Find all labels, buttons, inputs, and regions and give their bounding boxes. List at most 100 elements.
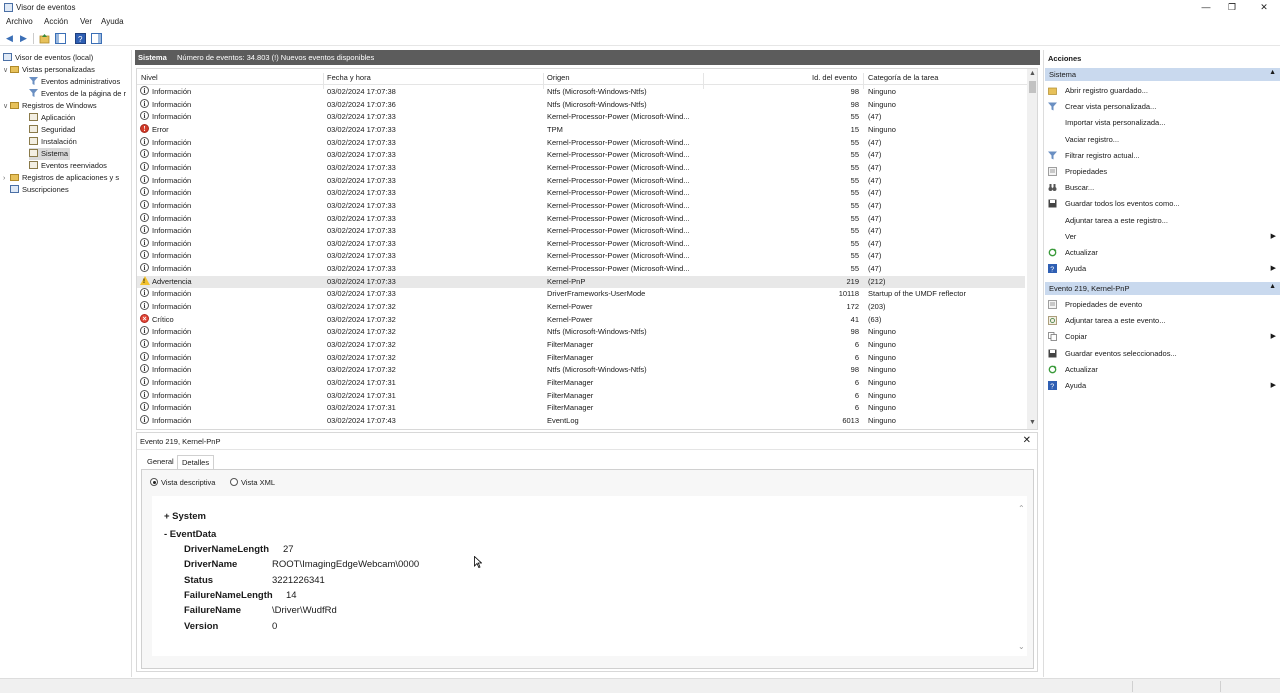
tree-app-services[interactable]: › Registros de aplicaciones y s xyxy=(3,172,131,184)
close-button[interactable]: ✕ xyxy=(1254,1,1274,13)
scroll-thumb[interactable] xyxy=(1029,81,1036,93)
event-row[interactable]: i Información 03/02/2024 17:07:36 Ntfs (Mic… xyxy=(137,98,1025,112)
event-row[interactable]: i Información 03/02/2024 17:07:33 Kernel-Pr… xyxy=(137,174,1025,188)
event-row[interactable]: i Información 03/02/2024 17:07:33 Kernel-Pr… xyxy=(137,263,1025,276)
tree-forwarded[interactable]: Eventos reenviados xyxy=(29,160,107,172)
scroll-down-icon[interactable]: ▼ xyxy=(1029,419,1036,426)
action-item[interactable]: Propiedades xyxy=(1048,165,1278,178)
expand-chevron-icon[interactable]: › xyxy=(3,173,10,184)
actions-section-event[interactable]: Evento 219, Kernel-PnP ▲ xyxy=(1045,282,1280,295)
forward-arrow-icon[interactable]: ▶ xyxy=(18,33,29,44)
event-row[interactable]: i Información 03/02/2024 17:07:33 Kernel-Pr… xyxy=(137,250,1025,263)
event-row[interactable]: i Información 03/02/2024 17:07:31 FilterMan… xyxy=(137,389,1025,403)
event-list-vertical-scrollbar[interactable]: ▲ ▼ xyxy=(1027,69,1037,429)
event-row[interactable]: i Información 03/02/2024 17:07:33 DriverFra… xyxy=(137,288,1025,301)
show-hide-action-pane-icon[interactable] xyxy=(91,33,102,44)
event-row[interactable]: i Información 03/02/2024 17:07:31 FilterMan… xyxy=(137,376,1025,390)
menu-ver[interactable]: Ver xyxy=(80,17,92,26)
event-row[interactable]: i Información 03/02/2024 17:07:33 Kernel-Pr… xyxy=(137,136,1025,150)
action-item[interactable]: Actualizar xyxy=(1048,363,1278,376)
event-row[interactable]: i Información 03/02/2024 17:07:33 Kernel-Pr… xyxy=(137,161,1025,175)
event-row[interactable]: i Información 03/02/2024 17:07:38 Ntfs (Mic… xyxy=(137,86,1025,99)
collapse-chevron-icon[interactable]: ∨ xyxy=(3,101,10,112)
tree-setup[interactable]: Instalación xyxy=(29,136,77,148)
action-item[interactable]: Filtrar registro actual... xyxy=(1048,149,1278,162)
menu-accion[interactable]: Acción xyxy=(44,17,68,26)
collapse-up-icon[interactable]: ▲ xyxy=(1269,283,1276,290)
event-row[interactable]: i Información 03/02/2024 17:07:32 Ntfs (Mic… xyxy=(137,364,1025,377)
actions-section-sistema[interactable]: Sistema ▲ xyxy=(1045,68,1280,81)
column-level[interactable]: Nivel xyxy=(141,73,158,82)
show-hide-tree-icon[interactable] xyxy=(55,33,66,44)
help-icon[interactable]: ? xyxy=(75,33,86,44)
eventdata-node[interactable]: - EventData xyxy=(164,529,216,540)
tab-detalles[interactable]: Detalles xyxy=(177,455,215,469)
event-row[interactable]: ! Error 03/02/2024 17:07:33 TPM 15 Ninguno xyxy=(137,123,1025,137)
scroll-up-icon[interactable]: ▲ xyxy=(1029,70,1036,77)
action-item[interactable]: Actualizar xyxy=(1048,246,1278,259)
event-row[interactable]: i Información 03/02/2024 17:07:32 Ntfs (Mic… xyxy=(137,326,1025,339)
folder-up-icon[interactable] xyxy=(39,33,50,44)
back-arrow-icon[interactable]: ◀ xyxy=(4,33,15,44)
event-row[interactable]: i Información 03/02/2024 17:07:33 Kernel-Pr… xyxy=(137,225,1025,238)
tree-subscriptions[interactable]: Suscripciones xyxy=(10,184,69,196)
collapse-up-icon[interactable]: ▲ xyxy=(1269,69,1276,76)
tree-application[interactable]: Aplicación xyxy=(29,112,75,124)
event-row[interactable]: i Información 03/02/2024 17:07:32 FilterMan… xyxy=(137,351,1025,365)
information-icon: i xyxy=(140,250,149,260)
action-item[interactable]: Adjuntar tarea a este registro... xyxy=(1048,214,1278,227)
scroll-up-icon[interactable]: ⌃ xyxy=(1018,504,1025,513)
event-row[interactable]: i Información 03/02/2024 17:07:32 FilterMan… xyxy=(137,339,1025,352)
minimize-button[interactable]: — xyxy=(1196,1,1216,13)
tree-security[interactable]: Seguridad xyxy=(29,124,75,136)
scroll-down-icon[interactable]: ⌄ xyxy=(1018,642,1025,651)
action-item[interactable]: ? Ayuda ▶ xyxy=(1048,262,1278,275)
detail-vertical-scrollbar[interactable]: ⌃ ⌄ xyxy=(1018,504,1026,654)
action-item[interactable]: Ver ▶ xyxy=(1048,230,1278,243)
column-category[interactable]: Categoría de la tarea xyxy=(868,73,938,82)
radio-friendly-view[interactable]: Vista descriptiva xyxy=(150,478,215,487)
action-item[interactable]: Adjuntar tarea a este evento... xyxy=(1048,314,1278,327)
collapse-chevron-icon[interactable]: ∨ xyxy=(3,65,10,76)
event-row[interactable]: i Información 03/02/2024 17:07:32 Kernel-Po… xyxy=(137,301,1025,314)
action-item[interactable]: Crear vista personalizada... xyxy=(1048,100,1278,113)
radio-xml-view[interactable]: Vista XML xyxy=(230,478,275,487)
tree-security-label: Seguridad xyxy=(41,125,76,134)
action-item[interactable]: Copiar ▶ xyxy=(1048,330,1278,343)
event-row[interactable]: i Información 03/02/2024 17:07:31 FilterMan… xyxy=(137,402,1025,415)
action-item[interactable]: Abrir registro guardado... xyxy=(1048,84,1278,97)
restore-button[interactable]: ❐ xyxy=(1222,1,1242,13)
system-node[interactable]: + System xyxy=(164,511,206,522)
action-item[interactable]: Guardar todos los eventos como... xyxy=(1048,197,1278,210)
action-item[interactable]: ? Ayuda ▶ xyxy=(1048,379,1278,392)
action-item[interactable]: Vaciar registro... xyxy=(1048,133,1278,146)
event-row[interactable]: i Información 03/02/2024 17:07:33 Kernel-Pr… xyxy=(137,212,1025,226)
column-source[interactable]: Origen xyxy=(547,73,570,82)
tree-system-selected[interactable]: Sistema xyxy=(29,148,71,160)
detail-close-icon[interactable]: ✕ xyxy=(1023,435,1031,446)
action-item[interactable]: Buscar... xyxy=(1048,181,1278,194)
event-row[interactable]: × Crítico 03/02/2024 17:07:32 Kernel-Power 4… xyxy=(137,313,1025,327)
action-item[interactable]: Propiedades de evento xyxy=(1048,298,1278,311)
event-cell-level: Información xyxy=(152,188,192,198)
column-datetime[interactable]: Fecha y hora xyxy=(327,73,371,82)
tree-page-events[interactable]: Eventos de la página de r xyxy=(29,88,126,100)
menu-ayuda[interactable]: Ayuda xyxy=(101,17,124,26)
tree-custom-views[interactable]: ∨ Vistas personalizadas xyxy=(3,64,95,76)
event-row[interactable]: i Información 03/02/2024 17:07:33 Kernel-Pr… xyxy=(137,149,1025,162)
event-row[interactable]: i Información 03/02/2024 17:07:33 Kernel-Pr… xyxy=(137,237,1025,251)
event-row[interactable]: ! Advertencia 03/02/2024 17:07:33 Kernel-Pn… xyxy=(137,275,1025,289)
tree-root[interactable]: Visor de eventos (local) xyxy=(3,52,93,64)
menu-archivo[interactable]: Archivo xyxy=(6,17,33,26)
event-row[interactable]: i Información 03/02/2024 17:07:43 EventLog 6… xyxy=(137,414,1025,428)
action-item[interactable]: Guardar eventos seleccionados... xyxy=(1048,347,1278,360)
event-row[interactable]: i Información 03/02/2024 17:07:33 Kernel-Pr… xyxy=(137,199,1025,213)
event-row[interactable]: i Información 03/02/2024 17:07:33 Kernel-Pr… xyxy=(137,187,1025,200)
column-event-id[interactable]: Id. del evento xyxy=(812,73,857,82)
tree-admin-events[interactable]: Eventos administrativos xyxy=(29,76,120,88)
tree-windows-logs[interactable]: ∨ Registros de Windows xyxy=(3,100,97,112)
action-item[interactable]: Importar vista personalizada... xyxy=(1048,116,1278,129)
information-icon: i xyxy=(140,326,149,336)
tab-general[interactable]: General xyxy=(143,455,178,469)
event-row[interactable]: i Información 03/02/2024 17:07:33 Kernel-Pr… xyxy=(137,111,1025,124)
